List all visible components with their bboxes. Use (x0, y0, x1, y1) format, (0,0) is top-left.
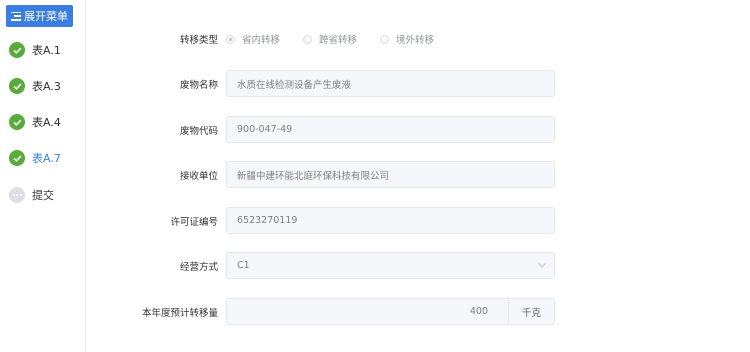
transfer-type-label: 转移类型 (179, 35, 218, 46)
waste-name-row: 废物名称 水质在线检测设备产生废液 (100, 70, 555, 97)
sidebar: 展开菜单 表A.1 表A.3 表A.4 表A.7 提交 (0, 0, 86, 352)
receiver-value: 新疆中建环能北庭环保科技有限公司 (237, 170, 390, 182)
transfer-type-radio-group: 省内转移 跨省转移 境外转移 (226, 32, 457, 46)
more-icon (9, 187, 25, 203)
transfer-type-row: 转移类型 省内转移 跨省转移 境外转移 (100, 31, 457, 47)
expand-menu-label: 展开菜单 (24, 10, 68, 23)
operation-mode-select[interactable]: C1 (226, 252, 555, 279)
license-field[interactable]: 6523270119 (226, 207, 555, 234)
step-label: 表A.1 (32, 44, 61, 57)
step-label: 表A.7 (32, 152, 61, 165)
radio-cross-province[interactable]: 跨省转移 (303, 32, 357, 46)
check-icon (9, 42, 25, 58)
radio-label: 跨省转移 (319, 35, 358, 46)
waste-code-value: 900-047-49 (237, 124, 293, 135)
receiver-row: 接收单位 新疆中建环能北庭环保科技有限公司 (100, 161, 555, 188)
waste-name-label: 废物名称 (179, 79, 218, 91)
waste-code-field[interactable]: 900-047-49 (226, 116, 555, 143)
chevron-down-icon (538, 260, 546, 271)
annual-amount-row: 本年度预计转移量 400 千克 (100, 298, 555, 325)
operation-mode-label: 经营方式 (179, 261, 218, 273)
receiver-label: 接收单位 (179, 170, 218, 182)
step-label: 表A.3 (32, 80, 61, 93)
operation-mode-row: 经营方式 C1 (100, 252, 555, 279)
step-table-a7[interactable]: 表A.7 (9, 149, 61, 167)
license-label: 许可证编号 (170, 216, 218, 228)
radio-domestic[interactable]: 省内转移 (226, 32, 280, 46)
check-icon (9, 114, 25, 130)
step-table-a3[interactable]: 表A.3 (9, 77, 61, 95)
annual-amount-input[interactable]: 400 (226, 298, 508, 325)
step-table-a1[interactable]: 表A.1 (9, 41, 61, 59)
radio-checked-icon (226, 34, 235, 44)
menu-icon (11, 11, 21, 21)
annual-amount-group: 400 千克 (226, 298, 555, 325)
radio-label: 境外转移 (396, 35, 435, 46)
step-label: 提交 (32, 189, 54, 202)
radio-unchecked-icon (303, 34, 313, 44)
license-row: 许可证编号 6523270119 (100, 207, 555, 234)
step-submit[interactable]: 提交 (9, 186, 54, 204)
unit-label: 千克 (521, 307, 541, 319)
radio-overseas[interactable]: 境外转移 (380, 32, 434, 46)
annual-amount-label: 本年度预计转移量 (141, 307, 218, 319)
operation-mode-value: C1 (237, 260, 250, 271)
unit-append: 千克 (508, 298, 555, 325)
annual-amount-value: 400 (469, 306, 488, 317)
waste-name-value: 水质在线检测设备产生废液 (237, 79, 352, 91)
step-table-a4[interactable]: 表A.4 (9, 113, 61, 131)
radio-label: 省内转移 (242, 35, 281, 46)
receiver-field[interactable]: 新疆中建环能北庭环保科技有限公司 (226, 161, 555, 188)
waste-name-field[interactable]: 水质在线检测设备产生废液 (226, 70, 555, 97)
waste-code-row: 废物代码 900-047-49 (100, 116, 555, 143)
check-icon (9, 78, 25, 94)
expand-menu-button[interactable]: 展开菜单 (6, 5, 73, 27)
step-label: 表A.4 (32, 116, 61, 129)
check-icon (9, 150, 25, 166)
license-value: 6523270119 (237, 215, 298, 226)
waste-code-label: 废物代码 (179, 125, 218, 137)
radio-unchecked-icon (380, 34, 390, 44)
